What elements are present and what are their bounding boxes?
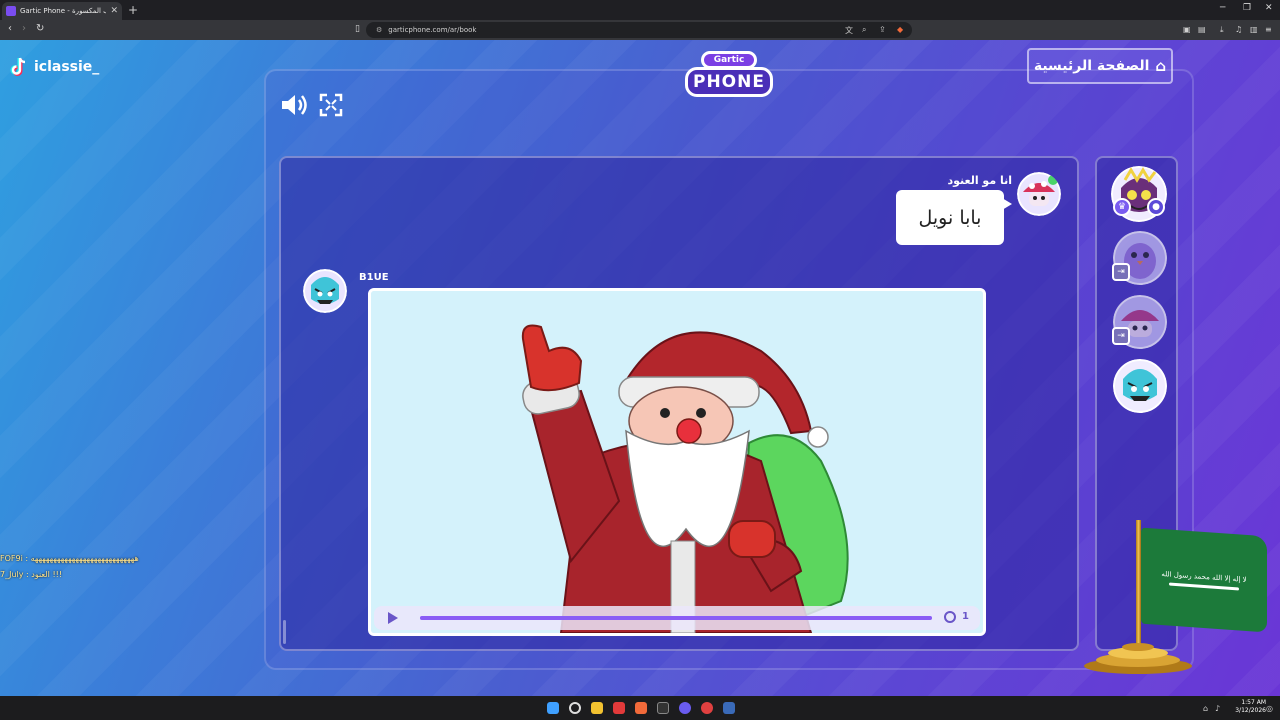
clock-time: 1:57 AM <box>1241 699 1266 706</box>
monster-avatar-icon <box>1113 359 1167 413</box>
streamer-name: iclassie_ <box>34 59 100 75</box>
network-icon[interactable]: ⌂ <box>1203 704 1208 713</box>
player-left-icon: ⇥ <box>1112 327 1130 345</box>
brave-shield-icon[interactable]: ◆ <box>897 25 903 34</box>
maximize-icon[interactable]: ❐ <box>1243 3 1251 13</box>
notification-icon[interactable]: ◎ <box>1266 704 1273 713</box>
chat-message: 7_July : العنود !!! <box>0 570 63 579</box>
replay-speed: 1 <box>962 611 969 622</box>
home-button[interactable]: الصفحة الرئيسية ⌂ <box>1027 48 1173 84</box>
santa-drawing <box>371 291 983 633</box>
player-profile-icon: ● <box>1147 198 1165 216</box>
player-left-icon: ⇥ <box>1112 263 1130 281</box>
address-url: garticphone.com/ar/book <box>388 26 477 34</box>
address-bar[interactable]: ⚙ garticphone.com/ar/book <box>366 22 912 38</box>
saudi-flag: لا إله إلا الله محمد رسول الله <box>1141 527 1267 633</box>
player-avatar-monster[interactable] <box>1113 359 1167 413</box>
sidebar-icon[interactable]: ▥ <box>1250 25 1258 34</box>
download-icon[interactable]: ⤓ <box>1220 25 1224 35</box>
media-icon[interactable]: ♫ <box>1235 25 1242 34</box>
drawing-canvas[interactable] <box>368 288 986 636</box>
speaker-icon <box>282 95 307 115</box>
gartic-phone-logo: Gartic PHONE <box>683 47 775 105</box>
browser-tab[interactable]: Gartic Phone - لعبة الهواتف المكسورة ✕ <box>2 2 122 20</box>
reload-icon[interactable]: ↻ <box>36 23 44 34</box>
back-icon[interactable]: ‹ <box>8 23 12 34</box>
replay-progress[interactable] <box>420 616 932 620</box>
home-icon: ⌂ <box>1155 57 1167 75</box>
tab-title: Gartic Phone - لعبة الهواتف المكسورة <box>20 7 106 15</box>
close-window-icon[interactable]: ✕ <box>1265 3 1273 13</box>
app-icon[interactable] <box>701 702 713 714</box>
flag-stand <box>1084 643 1192 674</box>
wallet-icon[interactable]: ▤ <box>1198 25 1206 34</box>
steam-icon[interactable] <box>723 702 735 714</box>
chat-message: FOF9i : ههههههههههههههههههههههههههههه <box>0 554 139 563</box>
streamer-label: iclassie_ <box>10 57 99 77</box>
mushroom-avatar-icon <box>1017 172 1061 216</box>
message-bubble: بابا نويل <box>896 190 1012 245</box>
flag-shahada: لا إله إلا الله محمد رسول الله <box>1161 569 1247 584</box>
close-tab-icon[interactable]: ✕ <box>110 6 118 16</box>
share-icon[interactable]: ⇪ <box>879 25 886 34</box>
site-info-icon[interactable]: ⚙ <box>376 26 382 34</box>
file-explorer-icon[interactable] <box>591 702 603 714</box>
windows-start-icon[interactable] <box>547 702 559 714</box>
replay-player: 1 <box>374 606 980 630</box>
logo-bottom-text: PHONE <box>685 67 773 97</box>
tiktok-icon <box>10 57 26 76</box>
search-icon[interactable] <box>569 702 581 714</box>
browser-tab-bar: Gartic Phone - لعبة الهواتف المكسورة ✕ +… <box>0 0 1280 20</box>
terminal-icon[interactable] <box>657 702 669 714</box>
message-text: بابا نويل <box>918 206 982 229</box>
acrobat-icon[interactable] <box>613 702 625 714</box>
brave-icon[interactable] <box>635 702 647 714</box>
volume-icon[interactable]: ♪ <box>1215 704 1220 713</box>
bookmark-icon[interactable]: ▯ <box>355 24 360 34</box>
message-author: انا مو العنود <box>947 174 1012 187</box>
new-tab-icon[interactable]: + <box>128 3 138 17</box>
flag-sword-icon <box>1169 582 1239 590</box>
speed-timer-icon[interactable] <box>944 611 956 623</box>
clock-date: 3/12/2026 <box>1235 707 1266 714</box>
minimize-icon[interactable]: ─ <box>1220 3 1225 13</box>
album-scrollbar[interactable] <box>283 620 286 644</box>
gartic-favicon-icon <box>6 6 16 16</box>
sound-button[interactable] <box>279 90 309 120</box>
drawing-author: B1UE <box>359 272 389 283</box>
forward-icon[interactable]: › <box>22 23 26 34</box>
play-icon[interactable] <box>388 612 398 624</box>
monster-avatar-icon <box>303 269 347 313</box>
drawing-author-avatar <box>303 269 347 313</box>
discord-icon[interactable] <box>679 702 691 714</box>
zoom-icon[interactable]: ⌕ <box>862 25 866 35</box>
replay-progress-fill <box>420 616 932 620</box>
home-button-label: الصفحة الرئيسية <box>1033 58 1150 74</box>
extensions-icon[interactable]: ▣ <box>1183 25 1191 34</box>
translate-icon[interactable]: 文 <box>845 25 853 36</box>
fullscreen-icon <box>319 93 343 117</box>
message-avatar <box>1017 172 1061 216</box>
host-crown-icon: ♛ <box>1113 198 1131 216</box>
fullscreen-button[interactable] <box>316 90 346 120</box>
menu-icon[interactable]: ≡ <box>1265 25 1272 34</box>
taskbar-clock[interactable]: 1:57 AM 3/12/2026 <box>1226 699 1266 715</box>
